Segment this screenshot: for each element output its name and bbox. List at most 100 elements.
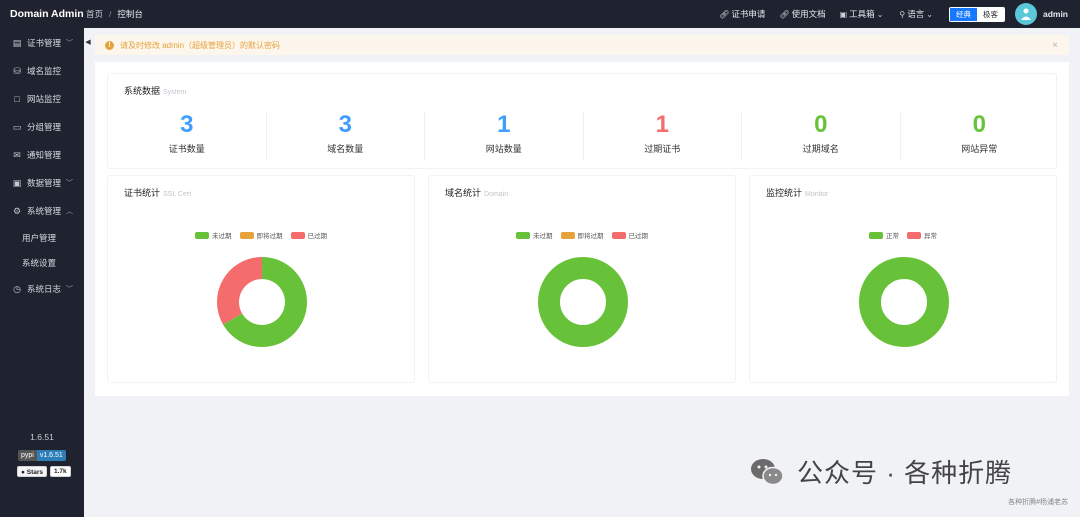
chevron-down-icon: ⌄ <box>926 9 933 19</box>
sidebar-item-label: 分组管理 <box>27 122 62 132</box>
sidebar-item-website[interactable]: □ 网站监控 <box>0 85 84 113</box>
close-icon[interactable]: × <box>1052 40 1058 51</box>
stat-value: 3 <box>338 111 352 138</box>
warning-icon: ! <box>105 40 114 50</box>
stat-cert-count[interactable]: 3 证书数量 <box>108 112 267 160</box>
sidebar-item-system[interactable]: ⚙︎ 系统管理 ︿ <box>0 197 84 225</box>
stat-value: 1 <box>655 111 669 138</box>
stat-expired-domain[interactable]: 0 过期域名 <box>742 112 901 160</box>
github-icon: ● <box>21 469 25 476</box>
donut-chart <box>217 257 307 347</box>
header-actions: 🔗︎ 证书申请 🔗︎ 使用文档 ▣ 工具箱 ⌄ ⚲ 语言 ⌄ 经典 极客 adm… <box>719 3 1080 25</box>
docs-label: 使用文档 <box>791 9 826 19</box>
system-card-subtitle: System <box>163 89 187 96</box>
document-icon: ▤ <box>12 37 22 48</box>
monitor-stats-card: 监控统计 Monitor 正常 异常 <box>749 175 1057 383</box>
donut-slice[interactable] <box>538 257 628 347</box>
stat-label: 网站数量 <box>485 144 522 154</box>
domain-stats-card: 域名统计 Domain 未过期 即将过期 已过期 <box>428 175 736 383</box>
sidebar: ▤ 证书管理 ﹀ ⛁ 域名监控 □ 网站监控 ▭ 分组管理 ✉︎ 通知管理 ▣ … <box>0 28 84 517</box>
card-title: 系统数据 System <box>124 84 186 97</box>
cert-stats-card: 证书统计 SSL Cert 未过期 即将过期 已过期 <box>107 175 415 383</box>
sidebar-subitem-settings[interactable]: 系统设置 <box>0 250 84 275</box>
donut-chart <box>538 257 628 347</box>
mode-classic-button[interactable]: 经典 <box>949 7 977 21</box>
mail-icon: ✉︎ <box>13 149 21 160</box>
chevron-up-icon: ︿ <box>66 208 74 215</box>
breadcrumb-separator: / <box>109 9 112 19</box>
donut-slice[interactable] <box>217 257 262 325</box>
mode-geek-button[interactable]: 极客 <box>976 7 1004 21</box>
stat-website-error[interactable]: 0 网站异常 <box>901 112 1059 160</box>
pypi-badge-version: v1.6.51 <box>36 450 66 461</box>
brand-title[interactable]: Domain Admin <box>0 8 84 20</box>
sidebar-item-group[interactable]: ▭ 分组管理 <box>0 113 84 141</box>
sidebar-item-cert[interactable]: ▤ 证书管理 ﹀ <box>0 29 84 57</box>
stat-label: 网站异常 <box>961 144 998 154</box>
system-card-title: 系统数据 <box>124 86 161 96</box>
stars-text: Stars <box>26 469 44 476</box>
sidebar-item-logs[interactable]: ◷ 系统日志 ﹀ <box>0 275 84 303</box>
toolbox-dropdown[interactable]: ▣ 工具箱 ⌄ <box>840 8 886 20</box>
stat-expired-cert[interactable]: 1 过期证书 <box>584 111 742 160</box>
sidebar-item-label: 数据管理 <box>27 178 62 188</box>
monitor-icon: □ <box>14 94 20 104</box>
stat-value: 3 <box>180 111 194 138</box>
avatar-figure-icon <box>1020 8 1031 20</box>
sidebar-item-label: 域名监控 <box>27 66 62 76</box>
chevron-down-icon: ﹀ <box>66 40 74 47</box>
version-text: 1.6.51 <box>30 432 54 442</box>
gear-icon: ⚙︎ <box>12 205 22 216</box>
folder-icon: ▭ <box>12 121 22 132</box>
watermark-text: 公众号 · 各种折腾 <box>797 458 1013 488</box>
avatar[interactable] <box>1014 3 1037 25</box>
wechat-icon <box>751 458 784 485</box>
sidebar-subitem-users[interactable]: 用户管理 <box>0 225 84 250</box>
donut-chart <box>859 257 949 347</box>
alert-text: 请及时修改 admin（超级管理员）的默认密码 <box>120 40 281 50</box>
breadcrumb-home[interactable]: 首页 <box>86 8 103 20</box>
stat-label: 过期证书 <box>644 144 681 154</box>
sidebar-item-data[interactable]: ▣ 数据管理 ﹀ <box>0 169 84 197</box>
toolbox-label: 工具箱 <box>849 9 875 19</box>
breadcrumb: 首页 / 控制台 <box>86 8 143 20</box>
sidebar-item-notify[interactable]: ✉︎ 通知管理 <box>0 141 84 169</box>
cert-apply-label: 证书申请 <box>731 9 766 19</box>
link-icon: 🔗︎ <box>779 9 790 19</box>
github-stars-badge[interactable]: ● Stars 1.7k <box>17 466 71 477</box>
stat-label: 过期域名 <box>802 144 839 154</box>
stat-label: 证书数量 <box>168 144 205 154</box>
box-icon: ▣ <box>12 177 22 188</box>
stats-row: 3 证书数量 3 域名数量 1 网站数量 1 过期证书 0 过期域名 0 网站异… <box>108 112 1058 160</box>
sidebar-item-label: 通知管理 <box>27 150 62 160</box>
sidebar-item-label: 证书管理 <box>27 38 62 48</box>
pypi-badge[interactable]: pypi v1.6.51 <box>18 450 66 461</box>
cert-apply-link[interactable]: 🔗︎ 证书申请 <box>719 8 765 20</box>
chevron-down-icon: ﹀ <box>66 180 74 187</box>
sidebar-item-label: 网站监控 <box>27 94 62 104</box>
sidebar-item-label: 系统管理 <box>27 206 62 216</box>
donut-slice[interactable] <box>859 257 949 347</box>
stat-website-count[interactable]: 1 网站数量 <box>425 112 584 160</box>
dashboard-panel: 系统数据 System 3 证书数量 3 域名数量 1 网站数量 1 过期证书 0… <box>95 62 1069 396</box>
watermark-subtext: 各种折腾#杨浦老苏 <box>1008 499 1068 506</box>
chevron-down-icon: ⌄ <box>876 9 884 19</box>
language-dropdown[interactable]: ⚲ 语言 ⌄ <box>899 8 935 20</box>
sidebar-item-label: 系统日志 <box>27 284 62 294</box>
system-data-card: 系统数据 System 3 证书数量 3 域名数量 1 网站数量 1 过期证书 0… <box>107 73 1057 169</box>
stat-domain-count[interactable]: 3 域名数量 <box>267 111 425 160</box>
top-header: Domain Admin 首页 / 控制台 🔗︎ 证书申请 🔗︎ 使用文档 ▣ … <box>0 0 1080 28</box>
chevron-down-icon: ﹀ <box>66 286 74 293</box>
toolbox-icon: ▣ <box>839 9 848 19</box>
sidebar-collapse-button[interactable]: ◀ <box>84 36 92 48</box>
docs-link[interactable]: 🔗︎ 使用文档 <box>779 8 825 20</box>
language-label: 语言 <box>907 9 925 19</box>
wechat-watermark: 公众号 · 各种折腾 <box>749 453 1012 490</box>
mode-toggle: 经典 极客 <box>948 6 1005 22</box>
password-alert: ! 请及时修改 admin（超级管理员）的默认密码 × <box>95 35 1069 55</box>
stat-value: 1 <box>497 111 511 138</box>
stat-value: 0 <box>972 111 986 138</box>
github-stars-label: ● Stars <box>17 466 48 477</box>
username[interactable]: admin <box>1043 9 1068 19</box>
sidebar-item-domain[interactable]: ⛁ 域名监控 <box>0 57 84 85</box>
